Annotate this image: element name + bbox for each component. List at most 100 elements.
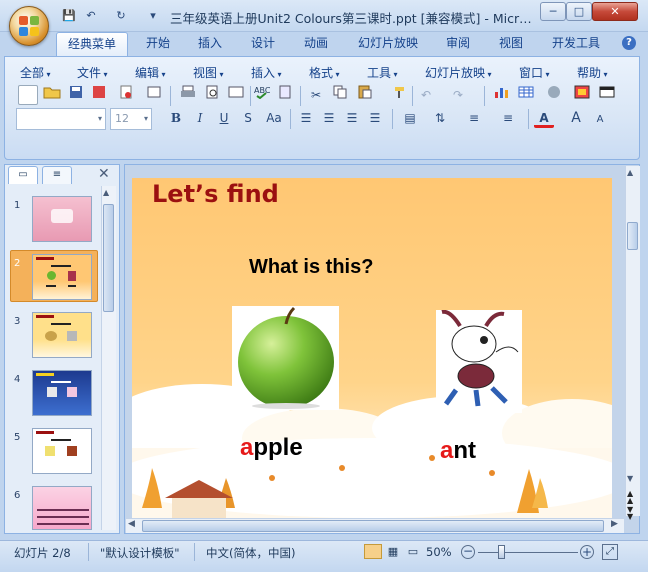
print-preview-icon[interactable] <box>116 85 136 105</box>
normal-view-icon[interactable] <box>364 544 382 559</box>
open-folder-icon[interactable] <box>42 85 62 105</box>
zoom-in-icon[interactable]: + <box>580 545 594 559</box>
tab-animation[interactable]: 动画 <box>296 32 336 56</box>
office-button[interactable] <box>9 6 49 46</box>
color-scheme-icon[interactable] <box>572 85 592 105</box>
underline-button[interactable]: U <box>214 108 234 128</box>
align-center-icon[interactable]: ☰ <box>319 108 339 128</box>
panel-close-icon[interactable]: ✕ <box>98 166 110 182</box>
redo-icon[interactable]: ↻ <box>112 8 130 24</box>
save-disk-icon[interactable] <box>66 85 86 105</box>
new-icon[interactable] <box>18 85 38 105</box>
hscroll-left-icon[interactable]: ◀ <box>128 519 135 529</box>
maximize-button[interactable]: □ <box>566 2 592 21</box>
outline-tab[interactable]: ≡ <box>42 166 72 184</box>
hscroll-right-icon[interactable]: ▶ <box>611 519 618 529</box>
menu-tools[interactable]: 工具 <box>367 64 398 80</box>
menu-help[interactable]: 帮助 <box>577 64 608 80</box>
toolbar-redo-icon[interactable]: ↷ <box>448 85 468 105</box>
close-button[interactable]: ✕ <box>592 2 638 21</box>
justify-icon[interactable]: ☰ <box>365 108 385 128</box>
menu-view[interactable]: 视图 <box>193 64 224 80</box>
toolbar-undo-icon[interactable]: ↶ <box>416 85 436 105</box>
font-color-button[interactable]: A <box>534 108 554 128</box>
tab-design[interactable]: 设计 <box>243 32 283 56</box>
zoom-slider-track[interactable] <box>478 552 578 553</box>
slides-tab[interactable]: ▭ <box>8 166 38 184</box>
copy-icon[interactable] <box>330 85 350 105</box>
horizontal-scroll-thumb[interactable] <box>142 520 604 532</box>
italic-button[interactable]: I <box>190 108 210 128</box>
spelling-icon[interactable]: ABC <box>252 85 272 105</box>
layout-icon[interactable] <box>226 85 246 105</box>
print-icon[interactable] <box>178 85 198 105</box>
vscroll-down-icon[interactable]: ▼ <box>627 474 633 483</box>
grow-font-button[interactable]: A <box>566 108 586 128</box>
menu-insert[interactable]: 插入 <box>251 64 282 80</box>
undo-icon[interactable]: ↶ <box>82 8 100 24</box>
vscroll-up-icon[interactable]: ▲ <box>627 168 633 177</box>
align-left-icon[interactable]: ☰ <box>296 108 316 128</box>
align-right-icon[interactable]: ☰ <box>342 108 362 128</box>
preview-icon[interactable] <box>202 85 222 105</box>
help-icon[interactable]: ? <box>622 36 636 50</box>
slide-thumbnail-4[interactable] <box>32 370 92 416</box>
tab-insert[interactable]: 插入 <box>190 32 230 56</box>
columns-icon[interactable]: ▤ <box>400 108 420 128</box>
cut-icon[interactable]: ✂ <box>306 85 326 105</box>
next-slide-icon[interactable]: ▼ ▼ <box>627 506 633 521</box>
save-icon[interactable]: 💾 <box>60 8 78 24</box>
change-case-button[interactable]: Aa <box>260 108 288 128</box>
font-name-dropdown-icon[interactable]: ▾ <box>94 109 106 129</box>
slideshow-view-icon[interactable]: ▭ <box>404 544 422 559</box>
menu-edit[interactable]: 编辑 <box>135 64 166 80</box>
insert-chart-icon[interactable] <box>492 85 512 105</box>
tab-slideshow[interactable]: 幻灯片放映 <box>350 32 426 56</box>
format-painter-icon[interactable] <box>390 85 410 105</box>
bold-button[interactable]: B <box>166 108 186 128</box>
slides-panel-scroll-thumb[interactable] <box>103 204 114 312</box>
shadow-button[interactable]: S <box>238 108 258 128</box>
tab-review[interactable]: 审阅 <box>438 32 478 56</box>
menu-all[interactable]: 全部 <box>20 64 51 80</box>
numbering-icon[interactable]: ≡ <box>464 108 484 128</box>
fit-to-window-icon[interactable]: ⤢ <box>602 544 618 560</box>
slide-thumbnail-2[interactable] <box>32 254 92 300</box>
tab-developer[interactable]: 开发工具 <box>544 32 608 56</box>
menu-window[interactable]: 窗口 <box>519 64 550 80</box>
zoom-level[interactable]: 50% <box>426 545 452 559</box>
hyperlink-icon[interactable] <box>544 85 564 105</box>
shrink-font-button[interactable]: A <box>590 110 610 130</box>
menu-file[interactable]: 文件 <box>77 64 108 80</box>
slide-thumbnail-3[interactable] <box>32 312 92 358</box>
insert-table-icon[interactable] <box>516 85 536 105</box>
font-size-dropdown-icon[interactable]: ▾ <box>140 109 152 129</box>
customize-qat-icon[interactable]: ▾ <box>144 8 162 24</box>
menu-slideshow[interactable]: 幻灯片放映 <box>425 64 492 80</box>
font-name-combo[interactable] <box>16 108 106 130</box>
zoom-out-icon[interactable]: − <box>461 545 475 559</box>
research-icon[interactable] <box>276 85 296 105</box>
tab-view[interactable]: 视图 <box>491 32 531 56</box>
status-theme[interactable]: "默认设计模板" <box>100 545 180 561</box>
status-language[interactable]: 中文(简体，中国) <box>206 545 295 561</box>
tab-classic-menu[interactable]: 经典菜单 <box>56 32 128 56</box>
minimize-button[interactable]: ─ <box>540 2 566 21</box>
slide-thumbnail-6[interactable] <box>32 486 92 530</box>
publish-icon[interactable] <box>144 85 164 105</box>
vertical-scrollbar[interactable] <box>625 166 640 516</box>
slide-layout-icon[interactable] <box>598 85 618 105</box>
permission-icon[interactable] <box>89 85 109 105</box>
previous-slide-icon[interactable]: ▲ ▲ <box>627 490 633 505</box>
text-direction-icon[interactable]: ⇅ <box>430 108 450 128</box>
slide-thumbnail-1[interactable] <box>32 196 92 242</box>
zoom-slider-thumb[interactable] <box>498 545 505 559</box>
vertical-scroll-thumb[interactable] <box>627 222 638 250</box>
slide-canvas[interactable]: Let’s find What is this? apple ant <box>132 178 612 518</box>
paste-icon[interactable] <box>356 85 376 105</box>
tab-home[interactable]: 开始 <box>138 32 178 56</box>
slide-thumbnail-5[interactable] <box>32 428 92 474</box>
scroll-up-icon[interactable]: ▲ <box>103 188 109 197</box>
slide-sorter-icon[interactable]: ▦ <box>384 544 402 559</box>
bullets-icon[interactable]: ≡ <box>498 108 518 128</box>
